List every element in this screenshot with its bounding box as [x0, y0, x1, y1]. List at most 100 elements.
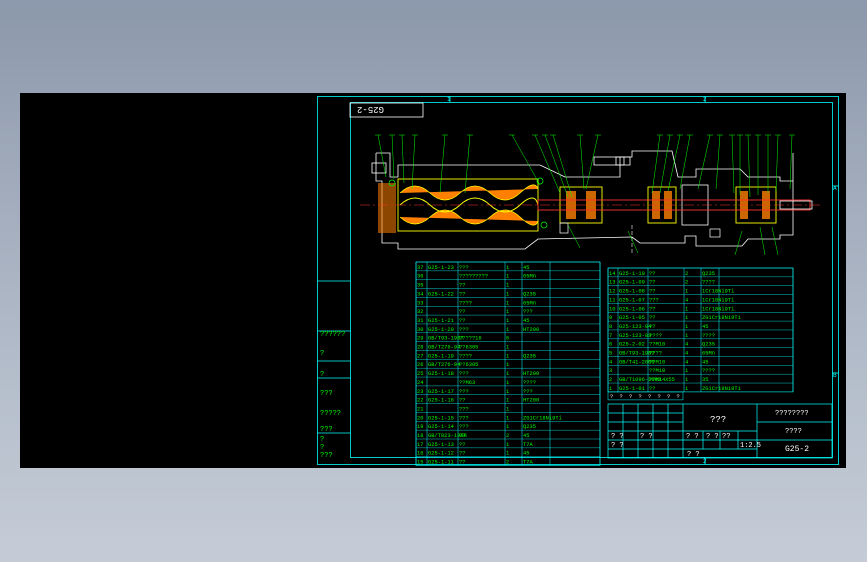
bom-cell-qty: 1: [685, 324, 688, 330]
callout-leader: [651, 134, 661, 194]
callout-leader: [464, 134, 471, 194]
bom-cell-no: 27: [417, 353, 423, 359]
bom-cell-mat: Q235: [702, 271, 715, 277]
bom-cell-name: ???: [649, 297, 659, 303]
bom-cell-qty: 1: [506, 309, 509, 315]
left-panel-text: ?: [320, 371, 324, 379]
title-mark-1: ? ?: [611, 433, 624, 441]
callout-leader: [411, 134, 416, 190]
bom-cell-mat: ???: [523, 309, 533, 315]
bom-cell-code: GB/T276-94: [428, 345, 460, 351]
bom-cell-qty: 1: [506, 283, 509, 289]
callout-leader: [401, 134, 405, 184]
bom-cell-code: G25-1-15: [428, 415, 454, 421]
code-box-text: G25-2: [357, 104, 384, 114]
callout-leader: [747, 134, 751, 198]
bom-cell-code: G25-1-22: [428, 291, 454, 297]
bom-cell-no: 25: [417, 371, 423, 377]
title-scale: 1:2.5: [740, 442, 761, 450]
callout-leader: [771, 226, 779, 256]
bom-cell-no: 13: [609, 280, 615, 286]
bom-cell-qty: 1: [506, 291, 509, 297]
callout-leader: [715, 134, 721, 190]
bom-cell-name: ??: [459, 433, 465, 439]
left-panel-text: ?: [320, 444, 324, 452]
title-company: ????????: [775, 410, 809, 418]
bom-cell-name: ??: [649, 280, 655, 286]
bom-cell-mat: ????: [702, 333, 715, 339]
bom-cell-name: ??: [649, 386, 655, 392]
bom-cell-qty: 1: [506, 327, 509, 333]
cad-canvas[interactable]: 1 2 A B 2 ???????????????????????? G25-2: [20, 93, 846, 468]
bom-cell-code: G25-123-04: [619, 324, 651, 330]
callout-leader: [567, 224, 581, 249]
bom-cell-qty: 1: [506, 415, 509, 421]
bom-cell-name: ??: [459, 398, 465, 404]
bom-cell-name: ??M10: [649, 368, 665, 374]
bom-header-mark: ?: [639, 394, 642, 400]
bom-cell-qty: 2: [506, 460, 509, 466]
bom-cell-no: 21: [417, 406, 423, 412]
drawing-frame: [317, 96, 839, 465]
bom-cell-code: G25-1-13: [428, 442, 454, 448]
bom-cell-code: G25-1-09: [619, 280, 645, 286]
bom-cell-no: 18: [417, 433, 423, 439]
bom-cell-code: G25-1-05: [619, 315, 645, 321]
bom-header-mark: ?: [677, 394, 680, 400]
callout-leader: [579, 134, 585, 190]
bom-cell-qty: 1: [685, 386, 688, 392]
title-mark-2: ? ?: [611, 442, 624, 450]
title-block: ??? ???????? ???? G25-2 ?? 1:2.5 ? ? ? ?…: [607, 403, 833, 459]
bom-cell-qty: 6: [506, 336, 509, 342]
bom-cell-mat: 45: [702, 324, 708, 330]
title-mark-4: ? ?: [706, 433, 719, 441]
bom-cell-name: ?????????: [459, 274, 488, 280]
bom-cell-no: 26: [417, 362, 423, 368]
bom-cell-qty: 1: [506, 424, 509, 430]
bom-cell-no: 22: [417, 398, 423, 404]
bom-cell-mat: ZG1Cr18Ni9Ti: [702, 315, 741, 321]
bom-header-mark: ?: [610, 394, 613, 400]
bom-header-mark: ?: [620, 394, 623, 400]
bom-cell-code: G25-1-19: [428, 353, 454, 359]
bom-cell-name: ??: [459, 451, 465, 457]
bom-cell-qty: 1: [506, 398, 509, 404]
callout-leader: [511, 134, 541, 186]
bom-cell-qty: 4: [685, 297, 688, 303]
left-panel-text: ?????: [320, 410, 341, 418]
flange-hatch: [378, 183, 396, 233]
bom-cell-no: 17: [417, 442, 423, 448]
bom-cell-qty: 1: [506, 406, 509, 412]
bom-cell-no: 11: [609, 297, 615, 303]
bom-cell-name: ??: [649, 289, 655, 295]
bom-cell-mat: 65Mn: [523, 300, 536, 306]
bom-cell-no: 36: [417, 274, 423, 280]
bom-cell-mat: 1Cr18Ni9Ti: [702, 306, 734, 312]
bom-cell-qty: 1: [506, 389, 509, 395]
bom-cell-name: ??: [459, 309, 465, 315]
bom-cell-code: G25-1-12: [428, 451, 454, 457]
bom-cell-code: G25-1-18: [428, 371, 454, 377]
bom-cell-no: 6: [609, 342, 612, 348]
bom-cell-no: 1: [609, 386, 612, 392]
bom-cell-name: ????: [459, 353, 472, 359]
bom-cell-qty: 1: [506, 442, 509, 448]
bom-cell-qty: 4: [685, 351, 688, 357]
bom-cell-code: G25-1-23: [428, 265, 454, 271]
callout-leader: [391, 134, 395, 180]
bom-cell-qty: 1: [506, 362, 509, 368]
bom-cell-qty: 1: [685, 289, 688, 295]
bom-cell-no: 37: [417, 265, 423, 271]
bom-cell-qty: 2: [685, 280, 688, 286]
bom-cell-qty: 4: [685, 342, 688, 348]
callout-leader: [552, 134, 573, 198]
bom-cell-mat: 35: [702, 377, 708, 383]
bom-cell-qty: 1: [506, 345, 509, 351]
marker-bottom-2: 2: [703, 458, 707, 465]
title-scale-label: ??: [722, 433, 730, 441]
bom-cell-mat: Q235: [523, 424, 536, 430]
callout-leader: [775, 134, 779, 192]
callout-leader: [439, 134, 446, 194]
bom-cell-mat: ????: [702, 368, 715, 374]
bom-cell-name: ???: [459, 389, 469, 395]
